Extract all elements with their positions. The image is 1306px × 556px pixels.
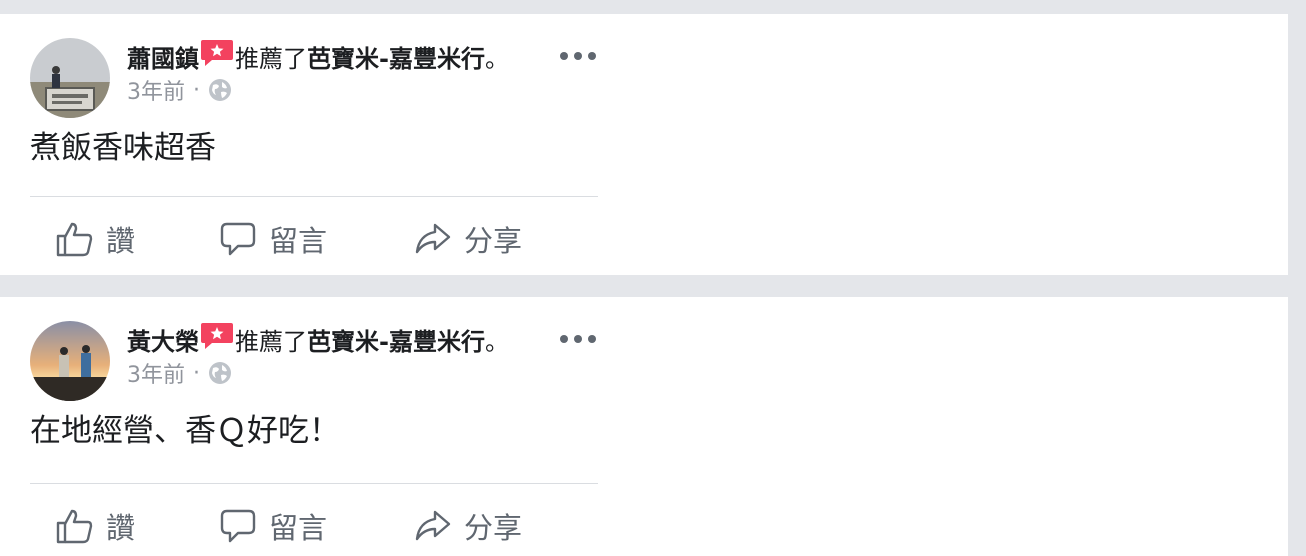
- post-card: 黃大榮 推薦了 芭寶米-嘉豐米行 。 3年前 · 在地經營、香Ｑ好吃！ 讚 留言…: [0, 297, 1288, 556]
- post-timestamp[interactable]: 3年前: [127, 357, 185, 389]
- post-header: 蕭國鎮 推薦了 芭寶米-嘉豐米行 。: [127, 38, 509, 74]
- like-button[interactable]: 讚: [56, 209, 135, 269]
- globe-icon[interactable]: [208, 78, 232, 102]
- comment-button[interactable]: 留言: [219, 209, 327, 269]
- more-options-button[interactable]: [560, 44, 596, 68]
- recommendation-badge-icon: [201, 40, 233, 66]
- post-header: 黃大榮 推薦了 芭寶米-嘉豐米行 。: [127, 321, 509, 357]
- share-arrow-icon: [415, 510, 451, 541]
- comment-label: 留言: [269, 511, 328, 545]
- page-name[interactable]: 芭寶米-嘉豐米行: [307, 322, 485, 357]
- like-label: 讚: [106, 224, 136, 258]
- more-dot-icon: [574, 335, 582, 343]
- sentence-period: 。: [484, 44, 509, 73]
- meta-separator: ·: [193, 360, 200, 386]
- meta-separator: ·: [193, 77, 200, 103]
- more-dot-icon: [574, 52, 582, 60]
- post-actions: 讚 留言 分享: [30, 209, 598, 269]
- share-button[interactable]: 分享: [414, 209, 522, 269]
- like-button[interactable]: 讚: [56, 496, 135, 556]
- post-meta: 3年前 ·: [127, 74, 232, 106]
- thumbs-up-icon: [56, 222, 93, 257]
- recommend-text: 推薦了: [235, 327, 307, 356]
- post-card: 蕭國鎮 推薦了 芭寶米-嘉豐米行 。 3年前 · 煮飯香味超香 讚 留言 分享: [0, 14, 1288, 275]
- post-text: 在地經營、香Ｑ好吃！: [30, 413, 340, 449]
- share-button[interactable]: 分享: [414, 496, 522, 556]
- page-name[interactable]: 芭寶米-嘉豐米行: [307, 39, 485, 74]
- comment-button[interactable]: 留言: [219, 496, 327, 556]
- post-actions: 讚 留言 分享: [30, 496, 598, 556]
- more-dot-icon: [588, 52, 596, 60]
- author-name[interactable]: 蕭國鎮: [127, 39, 199, 74]
- comment-bubble-icon: [220, 509, 256, 543]
- divider: [30, 196, 598, 197]
- post-timestamp[interactable]: 3年前: [127, 74, 185, 106]
- more-dot-icon: [588, 335, 596, 343]
- sentence-period: 。: [484, 327, 509, 356]
- more-dot-icon: [560, 52, 568, 60]
- more-dot-icon: [560, 335, 568, 343]
- divider: [30, 483, 598, 484]
- comment-bubble-icon: [220, 222, 256, 256]
- avatar[interactable]: [30, 38, 110, 118]
- like-label: 讚: [106, 511, 136, 545]
- recommend-text: 推薦了: [235, 44, 307, 73]
- author-name[interactable]: 黃大榮: [127, 322, 199, 357]
- avatar[interactable]: [30, 321, 110, 401]
- share-label: 分享: [464, 511, 523, 545]
- more-options-button[interactable]: [560, 327, 596, 351]
- share-label: 分享: [464, 224, 523, 258]
- comment-label: 留言: [269, 224, 328, 258]
- feed: 蕭國鎮 推薦了 芭寶米-嘉豐米行 。 3年前 · 煮飯香味超香 讚 留言 分享 …: [0, 0, 1306, 556]
- thumbs-up-icon: [56, 509, 93, 544]
- globe-icon[interactable]: [208, 361, 232, 385]
- post-text: 煮飯香味超香: [30, 130, 216, 166]
- recommendation-badge-icon: [201, 323, 233, 349]
- share-arrow-icon: [415, 223, 451, 254]
- post-meta: 3年前 ·: [127, 357, 232, 389]
